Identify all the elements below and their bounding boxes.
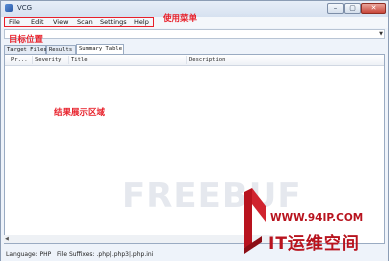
menu-item-scan[interactable]: Scan bbox=[77, 18, 93, 26]
menu-item-edit[interactable]: Edit bbox=[31, 18, 44, 26]
app-icon bbox=[5, 4, 13, 12]
annotation-target-location: 目标位置 bbox=[9, 35, 44, 45]
table-header: Pr... Severity Title Description bbox=[5, 55, 384, 66]
freebuf-watermark: FREEBUF bbox=[122, 176, 302, 216]
window-title: VCG bbox=[17, 4, 33, 12]
maximize-button[interactable]: ▢ bbox=[344, 3, 361, 14]
menu-item-file[interactable]: File bbox=[9, 18, 20, 26]
menu-item-settings[interactable]: Settings bbox=[100, 18, 127, 26]
logo-graphic bbox=[244, 188, 266, 254]
watermark-url: WWW.94IP.COM bbox=[270, 212, 364, 224]
status-file-suffixes: File Suffixes: .php|.php3|.php.ini bbox=[57, 251, 154, 258]
tab-target-files[interactable]: Target Files bbox=[4, 45, 47, 54]
minimize-button[interactable]: – bbox=[327, 3, 344, 14]
column-divider[interactable] bbox=[32, 56, 33, 64]
column-header-description[interactable]: Description bbox=[189, 57, 225, 63]
column-header-title[interactable]: Title bbox=[71, 57, 88, 63]
scroll-left-icon[interactable]: ◀ bbox=[5, 235, 9, 243]
column-divider[interactable] bbox=[186, 56, 187, 64]
target-path-combo[interactable]: ▼ bbox=[4, 29, 385, 39]
status-language: Language: PHP bbox=[6, 251, 52, 258]
tab-results[interactable]: Results bbox=[46, 45, 76, 54]
column-divider[interactable] bbox=[68, 56, 69, 64]
watermark-brand-name: IT运维空间 bbox=[268, 234, 360, 254]
menu-item-help[interactable]: Help bbox=[134, 18, 149, 26]
column-header-severity[interactable]: Severity bbox=[35, 57, 62, 63]
column-header-priority[interactable]: Pr... bbox=[11, 57, 28, 63]
menu-item-view[interactable]: View bbox=[53, 18, 68, 26]
annotation-result-area: 结果展示区域 bbox=[54, 108, 106, 118]
annotation-menu: 使用菜单 bbox=[163, 14, 198, 24]
chevron-down-icon[interactable]: ▼ bbox=[379, 30, 383, 38]
horizontal-scrollbar[interactable]: ◀ bbox=[4, 235, 274, 243]
close-button[interactable]: ✕ bbox=[361, 3, 386, 14]
